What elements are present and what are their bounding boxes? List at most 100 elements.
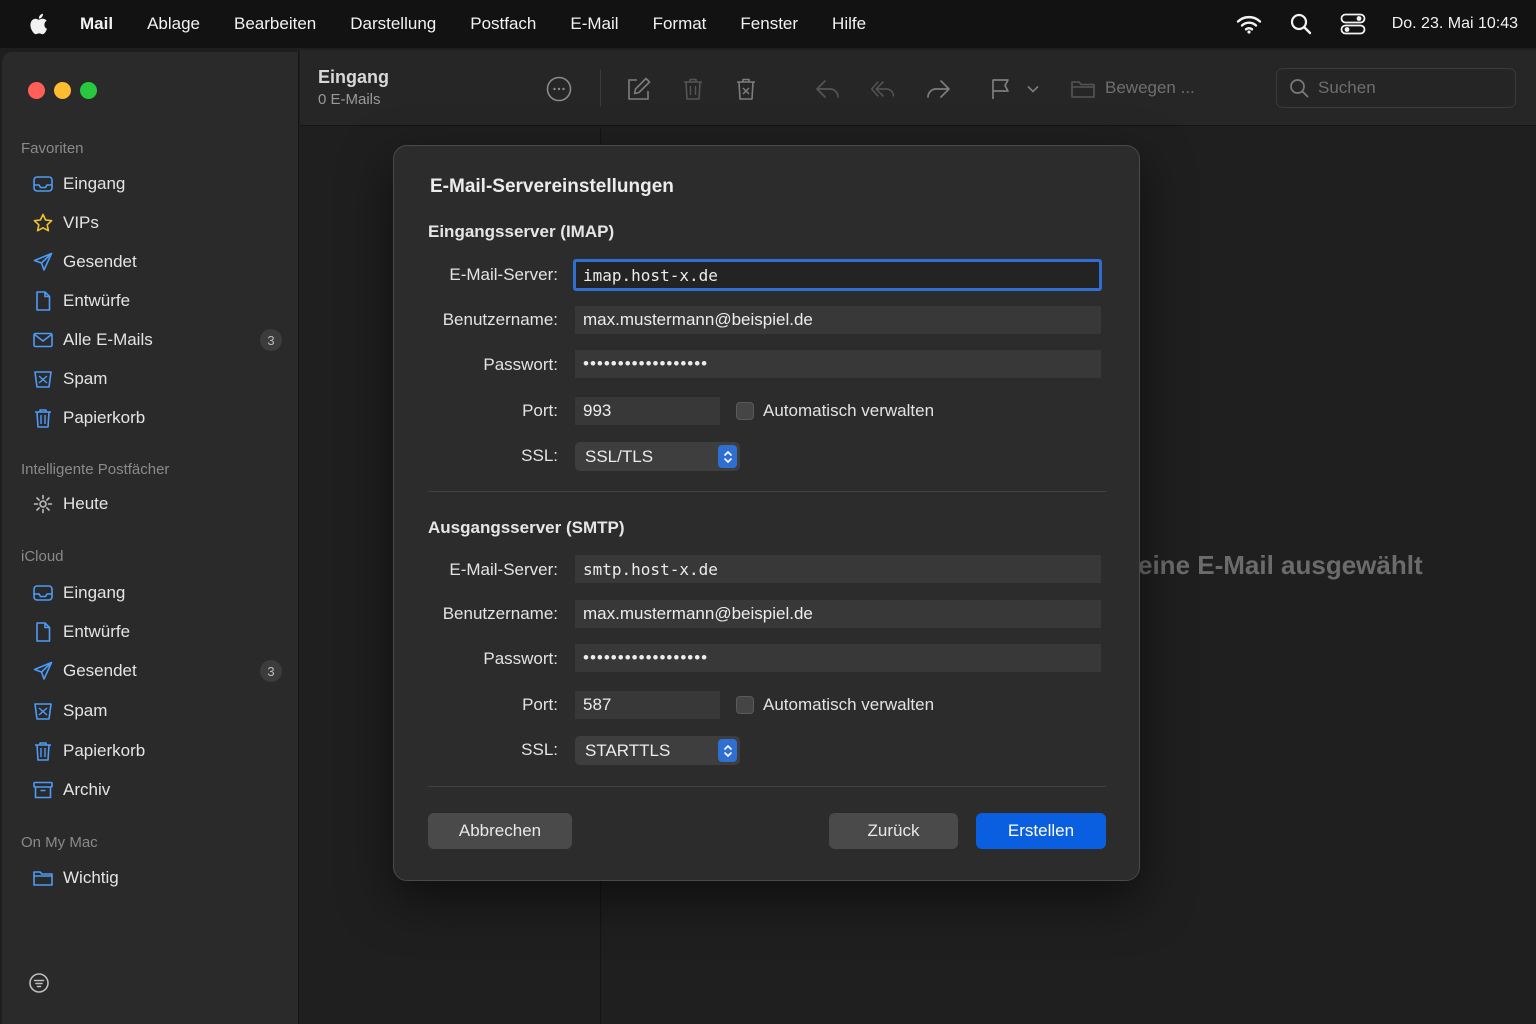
chevron-down-icon[interactable] [1024, 76, 1042, 102]
sidebar-item-fav-spam[interactable]: Spam [32, 364, 282, 394]
sidebar-item-fav-drafts[interactable]: Entwürfe [32, 286, 282, 316]
incoming-password-label: Passwort: [483, 355, 558, 374]
sidebar-item-label: Entwürfe [63, 291, 131, 310]
folder-icon [32, 867, 54, 889]
apple-icon[interactable] [26, 11, 50, 37]
section-divider [428, 786, 1106, 787]
minimize-window-button[interactable] [54, 82, 71, 99]
incoming-auto-manage-checkbox[interactable] [736, 402, 754, 420]
incoming-ssl-value: SSL/TLS [585, 446, 654, 466]
sidebar-item-label: Gesendet [63, 661, 137, 680]
toolbar: Eingang 0 E-Mails Bewegen ... Suchen [300, 50, 1536, 126]
paperplane-icon [32, 251, 54, 273]
spotlight-search-icon[interactable] [1290, 13, 1312, 35]
section-on-my-mac-title: On My Mac [21, 834, 98, 851]
mailbox-title: Eingang [318, 67, 389, 87]
flag-icon[interactable] [988, 76, 1014, 102]
menu-hilfe[interactable]: Hilfe [832, 14, 866, 34]
sidebar-item-icloud-spam[interactable]: Spam [32, 696, 282, 726]
outgoing-ssl-select[interactable]: STARTTLS [575, 736, 740, 765]
sidebar-item-label: Papierkorb [63, 741, 146, 760]
search-icon [1289, 78, 1309, 98]
incoming-ssl-select[interactable]: SSL/TLS [575, 442, 740, 471]
inbox-icon [32, 173, 54, 195]
outgoing-auto-manage-checkbox[interactable] [736, 696, 754, 714]
sidebar-item-label: Gesendet [63, 252, 137, 271]
sidebar-item-fav-trash[interactable]: Papierkorb [32, 403, 282, 433]
sidebar-item-icloud-trash[interactable]: Papierkorb [32, 736, 282, 766]
sidebar-item-fav-vips[interactable]: VIPs [32, 208, 282, 238]
sidebar-item-label: Wichtig [63, 868, 119, 887]
menu-ablage[interactable]: Ablage [147, 14, 200, 34]
outgoing-username-input[interactable]: max.mustermann@beispiel.de [575, 600, 1101, 628]
junk-icon[interactable] [733, 76, 759, 102]
sidebar-item-label: Archiv [63, 780, 111, 799]
dialog-title: E-Mail-Servereinstellungen [430, 176, 674, 197]
sidebar-item-label: VIPs [63, 213, 99, 232]
outgoing-ssl-value: STARTTLS [585, 740, 671, 760]
reply-all-icon[interactable] [870, 76, 896, 102]
sidebar-item-fav-all-mail[interactable]: Alle E-Mails 3 [32, 325, 282, 355]
outgoing-server-label: E-Mail-Server: [449, 560, 558, 579]
menu-bar: Mail Ablage Bearbeiten Darstellung Postf… [0, 0, 1536, 48]
menu-format[interactable]: Format [653, 14, 707, 34]
delete-icon[interactable] [680, 76, 706, 102]
server-settings-dialog: E-Mail-Servereinstellungen Eingangsserve… [393, 145, 1140, 881]
filter-options-icon[interactable] [546, 76, 572, 102]
sidebar-item-label: Papierkorb [63, 408, 146, 427]
envelope-icon [32, 329, 54, 351]
zoom-window-button[interactable] [80, 82, 97, 99]
filter-icon[interactable] [28, 972, 50, 994]
wifi-icon[interactable] [1236, 14, 1262, 34]
menu-bearbeiten[interactable]: Bearbeiten [234, 14, 316, 34]
menu-fenster[interactable]: Fenster [740, 14, 798, 34]
compose-icon[interactable] [626, 76, 652, 102]
section-smart-mailboxes-title: Intelligente Postfächer [21, 461, 170, 478]
close-window-button[interactable] [28, 82, 45, 99]
back-button[interactable]: Zurück [829, 813, 958, 849]
outgoing-username-label: Benutzername: [442, 604, 558, 623]
search-field[interactable]: Suchen [1276, 68, 1516, 108]
incoming-server-input[interactable]: imap.host-x.de [573, 259, 1102, 291]
inbox-icon [32, 582, 54, 604]
star-icon [32, 212, 54, 234]
archive-icon [32, 779, 54, 801]
incoming-section-title: Eingangsserver (IMAP) [428, 222, 615, 241]
outgoing-password-input[interactable]: •••••••••••••••••• [575, 644, 1101, 672]
incoming-password-input[interactable]: •••••••••••••••••• [575, 350, 1101, 378]
reply-icon[interactable] [815, 76, 841, 102]
incoming-port-input[interactable]: 993 [575, 397, 720, 425]
sidebar-item-icloud-drafts[interactable]: Entwürfe [32, 617, 282, 647]
sidebar-item-label: Spam [63, 369, 108, 388]
menu-postfach[interactable]: Postfach [470, 14, 536, 34]
sidebar-item-fav-inbox[interactable]: Eingang [32, 169, 282, 199]
sidebar: Favoriten Eingang VIPs Gesendet Entwürfe… [2, 52, 299, 1024]
incoming-username-input[interactable]: max.mustermann@beispiel.de [575, 306, 1101, 334]
sidebar-item-smart-today[interactable]: Heute [32, 489, 282, 519]
create-button[interactable]: Erstellen [976, 813, 1106, 849]
forward-icon[interactable] [925, 76, 951, 102]
trash-icon [32, 407, 54, 429]
menu-email[interactable]: E-Mail [570, 14, 618, 34]
outgoing-server-input[interactable]: smtp.host-x.de [575, 555, 1101, 583]
menu-darstellung[interactable]: Darstellung [350, 14, 436, 34]
sidebar-item-icloud-inbox[interactable]: Eingang [32, 578, 282, 608]
folder-icon[interactable] [1070, 76, 1096, 102]
cancel-button[interactable]: Abbrechen [428, 813, 572, 849]
menu-clock[interactable]: Do. 23. Mai 10:43 [1392, 15, 1518, 33]
outgoing-port-input[interactable]: 587 [575, 691, 720, 719]
sidebar-item-icloud-archive[interactable]: Archiv [32, 775, 282, 805]
sidebar-item-icloud-sent[interactable]: Gesendet 3 [32, 656, 282, 686]
outgoing-password-label: Passwort: [483, 649, 558, 668]
toolbar-divider [600, 69, 601, 107]
incoming-ssl-label: SSL: [521, 446, 558, 465]
menu-app-mail[interactable]: Mail [80, 14, 113, 34]
section-divider [428, 491, 1106, 492]
junk-icon [32, 368, 54, 390]
control-center-icon[interactable] [1340, 13, 1366, 35]
sidebar-item-mac-wichtig[interactable]: Wichtig [32, 863, 282, 893]
sidebar-item-fav-sent[interactable]: Gesendet [32, 247, 282, 277]
move-button[interactable]: Bewegen ... [1105, 78, 1195, 98]
sidebar-item-label: Alle E-Mails [63, 330, 153, 349]
outgoing-auto-manage-label: Automatisch verwalten [763, 695, 935, 714]
